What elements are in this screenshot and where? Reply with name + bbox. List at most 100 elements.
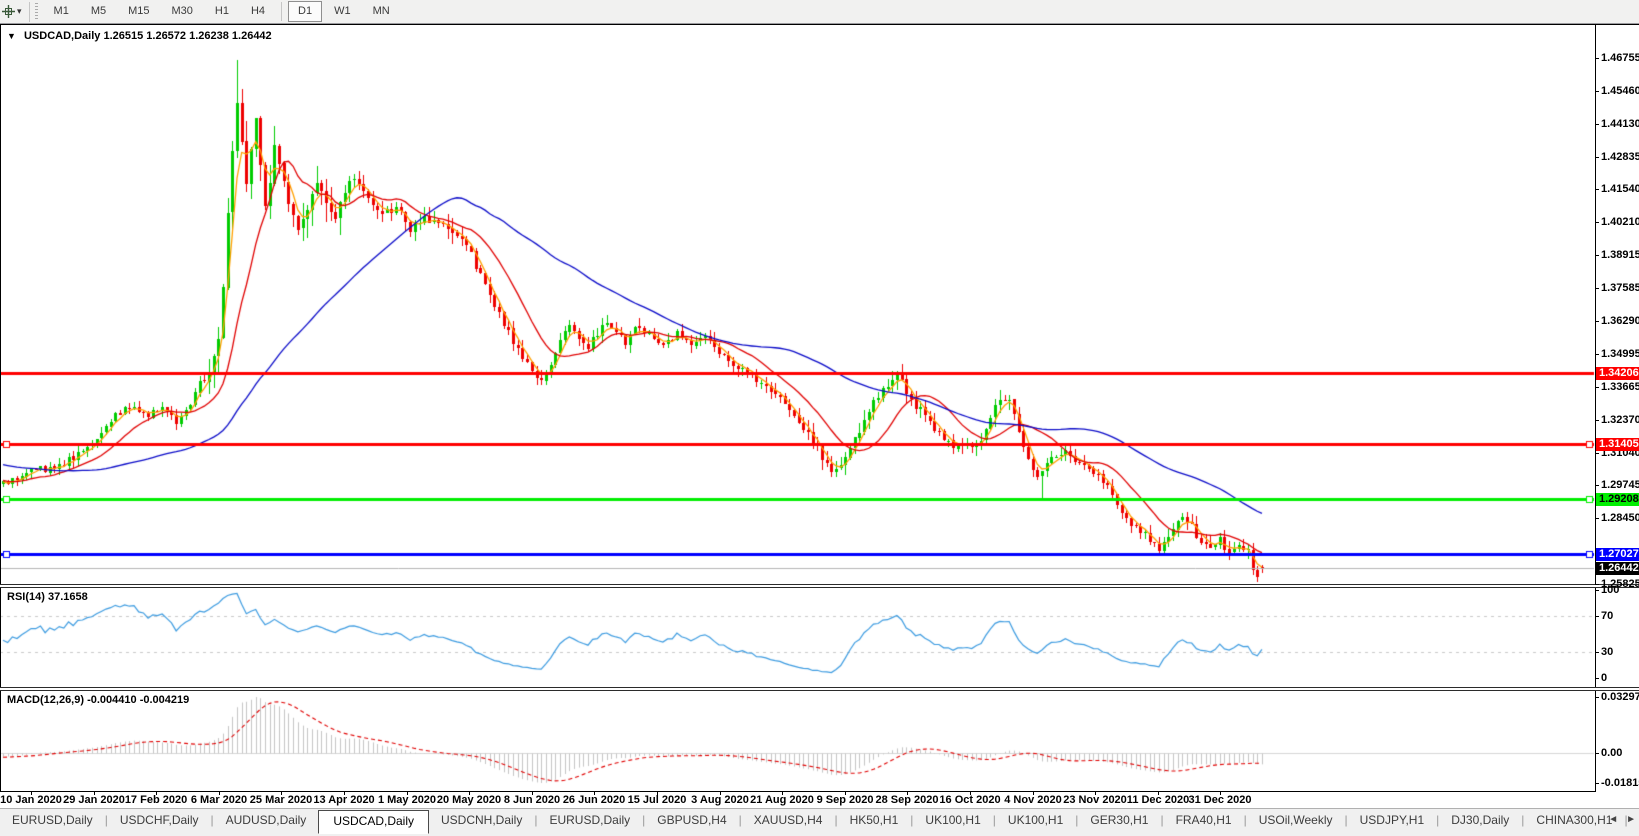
rsi-macd-separator[interactable] (0, 687, 1639, 691)
date-axis-label: 25 Mar 2020 (249, 794, 313, 806)
chart-ohlc-values: 1.26515 1.26572 1.26238 1.26442 (103, 30, 272, 42)
tab-hk50-h1[interactable]: HK50,H1 (838, 810, 911, 831)
price-axis-label: 1.33665 (1601, 381, 1639, 393)
macd-axis-label: 0.032972 (1601, 691, 1639, 703)
axis-tick (1595, 354, 1599, 355)
timeframe-button-h4[interactable]: H4 (241, 1, 275, 22)
tab-xauusd-h4[interactable]: XAUUSD,H4 (742, 810, 835, 831)
date-axis-label: 3 Aug 2020 (691, 794, 749, 806)
toolbar: ▾ M1 M5 M15 M30 H1 H4 D1 W1 MN (0, 0, 1639, 24)
tab-audusd-daily[interactable]: AUDUSD,Daily (214, 810, 319, 831)
date-axis-label: 31 Dec 2020 (1188, 794, 1252, 806)
timeframe-button-d1[interactable]: D1 (288, 1, 323, 22)
timeframe-button-m30[interactable]: M30 (162, 1, 203, 22)
price-axis-label: 1.28450 (1601, 512, 1639, 524)
date-axis-label: 23 Nov 2020 (1063, 794, 1127, 806)
crosshair-icon[interactable] (2, 5, 15, 18)
axis-tick (1595, 584, 1599, 585)
axis-tick (1595, 753, 1599, 754)
date-axis-label: 29 Jan 2020 (63, 794, 125, 806)
price-axis-border (1595, 25, 1596, 791)
hline-badge-1.29208[interactable]: 1.29208 (1596, 493, 1639, 506)
tab-eurusd-daily[interactable]: EURUSD,Daily (537, 810, 642, 831)
axis-tick (1595, 697, 1599, 698)
rsi-axis-label: 100 (1601, 584, 1620, 596)
macd-axis-label: -0.018154 (1601, 777, 1639, 789)
timeframe-button-w1[interactable]: W1 (324, 1, 361, 22)
tabs-scroll-right-icon[interactable]: ► (1626, 813, 1636, 827)
tab-dj30-daily[interactable]: DJ30,Daily (1439, 810, 1521, 831)
tab-eurusd-daily[interactable]: EURUSD,Daily (0, 810, 105, 831)
tab-usdjpy-h1[interactable]: USDJPY,H1 (1348, 810, 1436, 831)
chevron-down-icon[interactable]: ▾ (17, 6, 22, 17)
axis-tick (1595, 652, 1599, 653)
price-axis-label: 1.36290 (1601, 315, 1639, 327)
date-axis-label: 8 Jun 2020 (503, 794, 561, 806)
toolbar-group-divider (281, 2, 283, 21)
price-axis-label: 1.29745 (1601, 479, 1639, 491)
main-rsi-separator[interactable] (0, 584, 1639, 588)
date-axis-label: 4 Nov 2020 (1004, 794, 1062, 806)
chart-symbol-period: USDCAD,Daily (23, 30, 101, 42)
price-axis-label: 1.37585 (1601, 282, 1639, 294)
axis-tick (1595, 58, 1599, 59)
axis-tick (1595, 783, 1599, 784)
hline-badge-1.27027[interactable]: 1.27027 (1596, 548, 1639, 561)
chart-canvas[interactable] (0, 25, 1595, 791)
tabs-scroll-left-icon[interactable]: ◄ (1608, 813, 1618, 827)
axis-tick (1595, 518, 1599, 519)
hline-badge-1.34206[interactable]: 1.34206 (1596, 367, 1639, 380)
date-axis-label: 6 Mar 2020 (190, 794, 248, 806)
mt4-window: ▾ M1 M5 M15 M30 H1 H4 D1 W1 MN ▼ USDCAD,Daily 1.… (0, 0, 1639, 836)
tab-gbpusd-h4[interactable]: GBPUSD,H4 (645, 810, 738, 831)
macd-label: MACD(12,26,9) -0.004410 -0.004219 (7, 694, 190, 706)
tab-usdcnh-daily[interactable]: USDCNH,Daily (429, 810, 534, 831)
date-axis-label: 16 Oct 2020 (939, 794, 1001, 806)
tab-uk100-h1[interactable]: UK100,H1 (913, 810, 992, 831)
axis-tick (1595, 222, 1599, 223)
tab-usoil-weekly[interactable]: USOil,Weekly (1247, 810, 1345, 831)
tab-ger30-h1[interactable]: GER30,H1 (1078, 810, 1160, 831)
rsi-axis-label: 30 (1601, 646, 1614, 658)
date-axis-label: 20 May 2020 (436, 794, 502, 806)
tab-uk100-h1[interactable]: UK100,H1 (996, 810, 1075, 831)
date-axis-label: 11 Dec 2020 (1126, 794, 1190, 806)
date-axis-label: 15 Jul 2020 (627, 794, 687, 806)
date-axis-label: 1 May 2020 (377, 794, 437, 806)
axis-tick (1595, 616, 1599, 617)
timeframe-button-m15[interactable]: M15 (118, 1, 159, 22)
price-axis-label: 1.40210 (1601, 216, 1639, 228)
collapse-triangle-icon[interactable]: ▼ (7, 31, 16, 41)
axis-tick (1595, 590, 1599, 591)
date-axis-label: 9 Sep 2020 (816, 794, 874, 806)
date-axis-label: 21 Aug 2020 (750, 794, 814, 806)
timeframe-button-m1[interactable]: M1 (44, 1, 79, 22)
axis-tick (1595, 288, 1599, 289)
date-axis-label: 10 Jan 2020 (0, 794, 62, 806)
chart-tabs: EURUSD,Daily | USDCHF,Daily | AUDUSD,Daily US… (0, 810, 1639, 834)
chart-tabbar: EURUSD,Daily | USDCHF,Daily | AUDUSD,Daily US… (0, 808, 1639, 836)
tab-fra40-h1[interactable]: FRA40,H1 (1164, 810, 1244, 831)
timeframe-button-h1[interactable]: H1 (205, 1, 239, 22)
toolbar-grip[interactable] (33, 2, 39, 21)
tab-usdchf-daily[interactable]: USDCHF,Daily (108, 810, 211, 831)
axis-tick (1595, 678, 1599, 679)
date-axis-label: 13 Apr 2020 (313, 794, 375, 806)
hline-badge-1.31405[interactable]: 1.31405 (1596, 438, 1639, 451)
price-axis-label: 1.34995 (1601, 348, 1639, 360)
axis-tick (1595, 124, 1599, 125)
rsi-axis-label: 0 (1601, 672, 1608, 684)
timeframe-button-m5[interactable]: M5 (81, 1, 116, 22)
axis-tick (1595, 453, 1599, 454)
timeframe-button-group: M1 M5 M15 M30 H1 H4 D1 W1 MN (43, 0, 401, 24)
chart-header: ▼ USDCAD,Daily 1.26515 1.26572 1.26238 1… (7, 30, 272, 42)
timeframe-button-mn[interactable]: MN (363, 1, 400, 22)
axis-tick (1595, 255, 1599, 256)
tab-usdcad-daily[interactable]: USDCAD,Daily (318, 810, 429, 834)
current-price-badge: 1.26442 (1596, 562, 1639, 575)
date-axis-label: 28 Sep 2020 (875, 794, 939, 806)
toolbar-separator (28, 1, 30, 22)
price-axis-label: 1.45460 (1601, 85, 1639, 97)
axis-tick (1595, 321, 1599, 322)
chart-bottom-border (0, 791, 1596, 792)
